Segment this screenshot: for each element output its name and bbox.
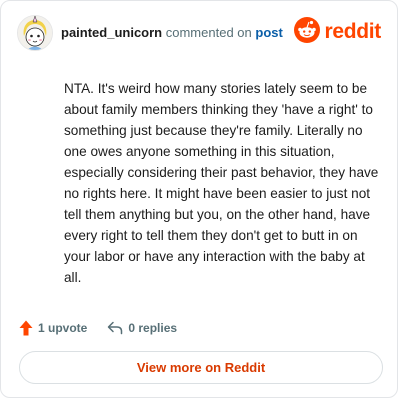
commented-on-text: commented on xyxy=(165,25,252,40)
reddit-snoo-icon xyxy=(294,16,321,48)
username-link[interactable]: painted_unicorn xyxy=(61,25,162,40)
upvote-arrow-icon xyxy=(19,320,33,336)
comment-byline: painted_unicorn commented on post xyxy=(61,25,283,41)
reply-arrow-icon xyxy=(107,321,123,335)
post-link[interactable]: post xyxy=(255,25,282,40)
upvote-button[interactable]: 1 upvote xyxy=(19,320,87,336)
replies-count-label: 0 replies xyxy=(128,321,178,335)
replies-button[interactable]: 0 replies xyxy=(107,321,177,335)
comment-actions: 1 upvote 0 replies xyxy=(19,318,197,338)
view-more-on-reddit-button[interactable]: View more on Reddit xyxy=(19,351,383,384)
upvote-count-label: 1 upvote xyxy=(38,321,88,335)
reddit-brand[interactable]: reddit xyxy=(294,16,381,48)
reddit-wordmark: reddit xyxy=(324,20,381,43)
comment-body: NTA. It's weird how many stories lately … xyxy=(64,81,379,285)
comment-header: painted_unicorn commented on post reddit xyxy=(17,15,381,51)
embedded-comment-card: painted_unicorn commented on post reddit xyxy=(0,0,398,398)
avatar-icon[interactable] xyxy=(17,15,53,51)
